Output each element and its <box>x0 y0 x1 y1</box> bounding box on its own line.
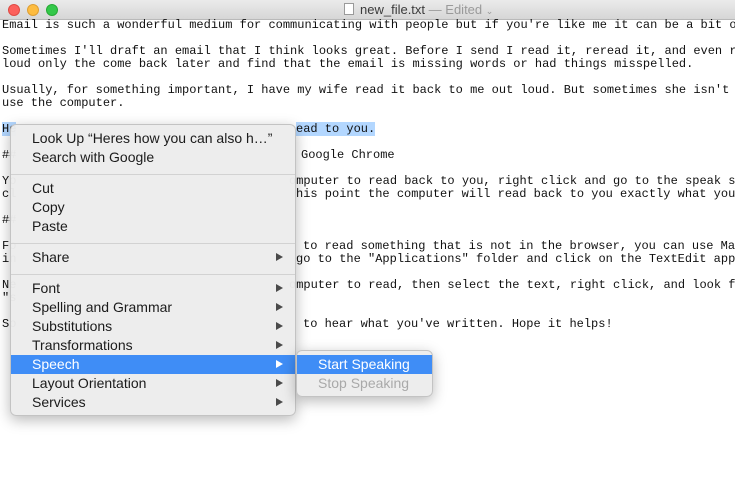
menu-separator <box>11 243 295 244</box>
title-bar: new_file.txt — Edited ⌄ <box>0 0 735 20</box>
file-name: new_file.txt <box>360 2 426 17</box>
text-line: loud only the come back later and find t… <box>2 57 694 71</box>
text-fragment: omputer to read, then select the text, r… <box>289 278 735 292</box>
selected-text-tail: ead to you. <box>296 122 376 136</box>
menu-item-copy[interactable]: Copy <box>11 198 295 217</box>
menu-item-stop-speaking: Stop Speaking <box>318 375 410 391</box>
menu-item-look-up[interactable]: Look Up “Heres how you can also h…” <box>11 129 295 148</box>
speech-submenu: Start Speaking Stop Speaking <box>296 350 433 397</box>
menu-item-font[interactable]: Font <box>11 279 295 298</box>
text-line: use the computer. <box>2 96 125 110</box>
menu-item-spelling-and-grammar[interactable]: Spelling and Grammar <box>11 298 295 317</box>
window-title[interactable]: new_file.txt — Edited ⌄ <box>360 1 493 20</box>
submenu-arrow-icon <box>276 379 283 387</box>
submenu-arrow-icon <box>276 253 283 261</box>
menu-item-paste[interactable]: Paste <box>11 217 295 236</box>
menu-item-layout-orientation[interactable]: Layout Orientation <box>11 374 295 393</box>
text-line: Email is such a wonderful medium for com… <box>2 19 735 32</box>
submenu-arrow-icon <box>276 284 283 292</box>
submenu-arrow-icon <box>276 322 283 330</box>
menu-item-services[interactable]: Services <box>11 393 295 412</box>
menu-separator <box>11 274 295 275</box>
document-icon <box>344 3 354 15</box>
menu-item-substitutions[interactable]: Substitutions <box>11 317 295 336</box>
edited-status: — Edited <box>428 2 483 17</box>
close-window-button[interactable] <box>8 4 20 16</box>
submenu-arrow-icon <box>276 360 283 368</box>
submenu-arrow-icon <box>276 398 283 406</box>
menu-item-search-with-google[interactable]: Search with Google <box>11 148 295 167</box>
submenu-arrow-icon <box>276 341 283 349</box>
chevron-down-icon: ⌄ <box>485 6 494 16</box>
menu-item-share[interactable]: Share <box>11 248 295 267</box>
menu-item-cut[interactable]: Cut <box>11 179 295 198</box>
text-fragment: go to the "Applications" folder and clic… <box>296 252 735 266</box>
text-fragment: Google Chrome <box>301 148 395 162</box>
text-fragment: his point the computer will read back to… <box>296 187 735 201</box>
context-menu: Look Up “Heres how you can also h…” Sear… <box>10 124 296 416</box>
submenu-arrow-icon <box>276 303 283 311</box>
minimize-window-button[interactable] <box>27 4 39 16</box>
menu-item-transformations[interactable]: Transformations <box>11 336 295 355</box>
menu-item-speech[interactable]: Speech <box>11 355 295 374</box>
menu-separator <box>11 174 295 175</box>
zoom-window-button[interactable] <box>46 4 58 16</box>
menu-item-start-speaking[interactable]: Start Speaking <box>297 355 432 374</box>
text-fragment: to hear what you've written. Hope it hel… <box>303 317 613 331</box>
